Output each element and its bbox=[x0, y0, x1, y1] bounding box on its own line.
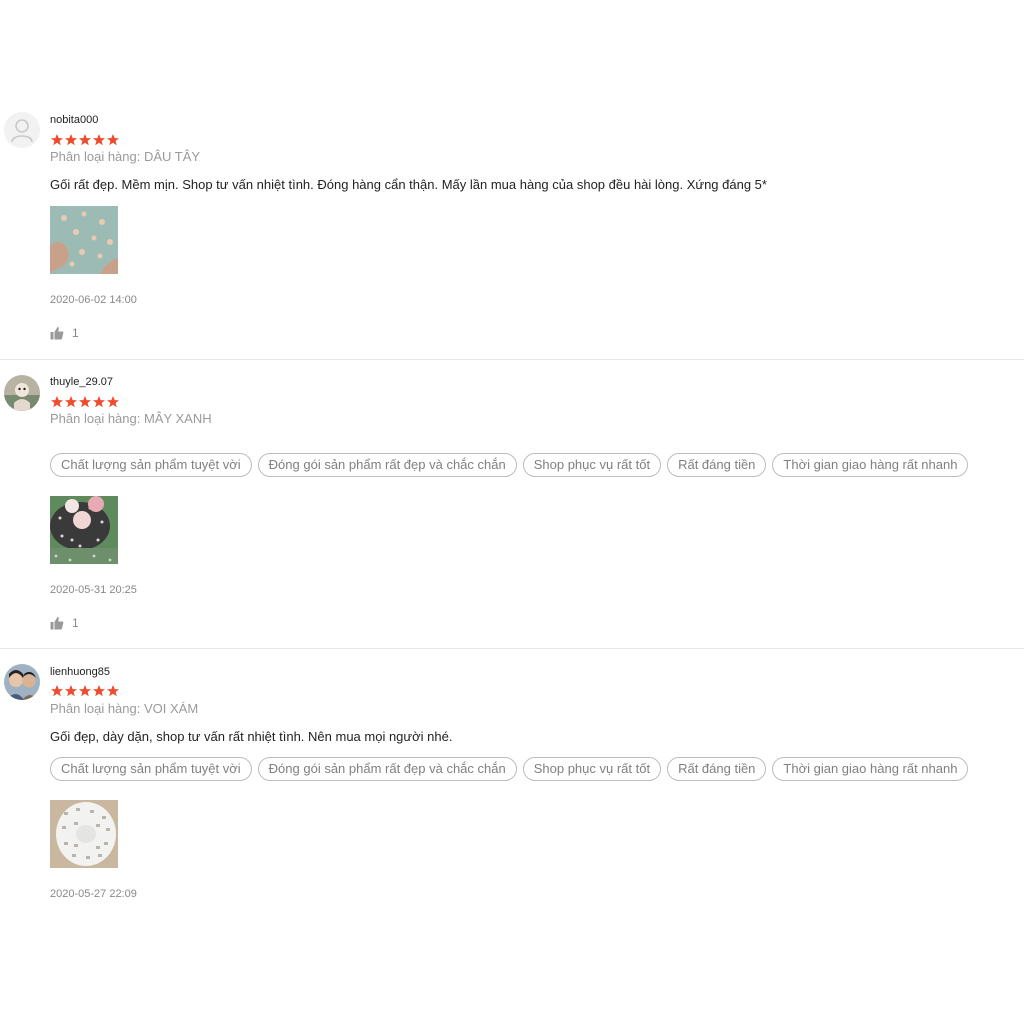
review-tag: Chất lượng sản phẩm tuyệt vời bbox=[50, 757, 252, 781]
star-icon bbox=[51, 396, 63, 408]
thumbs-up-icon[interactable] bbox=[50, 326, 64, 340]
review-tags: Chất lượng sản phẩm tuyệt vời Đóng gói sả… bbox=[50, 453, 974, 477]
reviewer-username[interactable]: nobita000 bbox=[50, 114, 98, 126]
review-tag: Thời gian giao hàng rất nhanh bbox=[772, 757, 969, 781]
star-icon bbox=[65, 685, 77, 697]
review-tag: Thời gian giao hàng rất nhanh bbox=[772, 453, 969, 477]
product-variant: Phân loại hàng: VOI XÁM bbox=[50, 701, 199, 716]
product-variant: Phân loại hàng: MÂY XANH bbox=[50, 411, 212, 426]
user-avatar[interactable] bbox=[4, 664, 40, 700]
review-tag: Shop phục vụ rất tốt bbox=[522, 757, 662, 781]
review-divider bbox=[0, 359, 1024, 360]
review-photo[interactable] bbox=[50, 206, 118, 274]
review-tag: Đóng gói sản phẩm rất đẹp và chắc chắn bbox=[257, 757, 517, 781]
star-icon bbox=[107, 396, 119, 408]
star-icon bbox=[93, 396, 105, 408]
thumbs-up-icon[interactable] bbox=[50, 616, 64, 630]
review-divider bbox=[0, 648, 1024, 649]
star-icon bbox=[79, 685, 91, 697]
review-photo[interactable] bbox=[50, 496, 118, 564]
reviewer-username[interactable]: thuyle_29.07 bbox=[50, 376, 113, 388]
review-date: 2020-05-31 20:25 bbox=[50, 584, 137, 596]
star-rating bbox=[50, 133, 120, 147]
star-icon bbox=[93, 134, 105, 146]
review-comment: Gối đẹp, dày dặn, shop tư vấn rất nhiệt … bbox=[50, 729, 453, 744]
user-avatar[interactable] bbox=[4, 375, 40, 411]
like-count: 1 bbox=[72, 615, 79, 630]
default-avatar-icon[interactable] bbox=[4, 112, 40, 148]
review-tag: Shop phục vụ rất tốt bbox=[522, 453, 662, 477]
star-icon bbox=[65, 134, 77, 146]
star-rating bbox=[50, 395, 120, 409]
review-tag: Chất lượng sản phẩm tuyệt vời bbox=[50, 453, 252, 477]
like-button[interactable]: 1 bbox=[50, 615, 79, 631]
star-icon bbox=[107, 685, 119, 697]
star-icon bbox=[79, 396, 91, 408]
review-tag: Rất đáng tiền bbox=[667, 453, 767, 477]
reviewer-username[interactable]: lienhuong85 bbox=[50, 666, 110, 678]
review-tag: Đóng gói sản phẩm rất đẹp và chắc chắn bbox=[257, 453, 517, 477]
review-date: 2020-05-27 22:09 bbox=[50, 888, 137, 900]
star-rating bbox=[50, 684, 120, 698]
star-icon bbox=[51, 134, 63, 146]
star-icon bbox=[51, 685, 63, 697]
like-button[interactable]: 1 bbox=[50, 325, 79, 341]
review-comment: Gối rất đẹp. Mềm mịn. Shop tư vấn nhiệt … bbox=[50, 177, 767, 192]
review-tags: Chất lượng sản phẩm tuyệt vời Đóng gói sả… bbox=[50, 757, 974, 781]
review-photo[interactable] bbox=[50, 800, 118, 868]
star-icon bbox=[107, 134, 119, 146]
review-tag: Rất đáng tiền bbox=[667, 757, 767, 781]
product-variant: Phân loại hàng: DÂU TÂY bbox=[50, 149, 201, 164]
like-count: 1 bbox=[72, 325, 79, 340]
star-icon bbox=[79, 134, 91, 146]
star-icon bbox=[65, 396, 77, 408]
review-date: 2020-06-02 14:00 bbox=[50, 294, 137, 306]
star-icon bbox=[93, 685, 105, 697]
